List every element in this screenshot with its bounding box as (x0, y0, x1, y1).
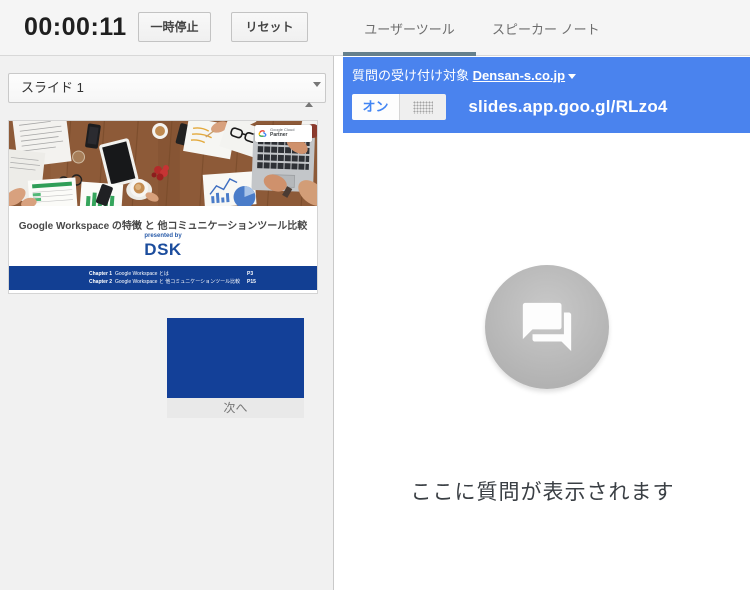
qa-empty-illustration (484, 265, 609, 389)
top-bar: 00:00:11 一時停止 リセット ユーザーツール スピーカー ノート (0, 0, 750, 57)
qa-short-url: slides.app.goo.gl/RLzo4 (468, 97, 668, 116)
slide-control-panel: スライド 1 Google Cloud Partner Google Works… (0, 56, 334, 590)
chapter-title: Google Workspace と 他コミュニケーションツール比較 (115, 279, 241, 285)
partner-badge: Google Cloud Partner (255, 125, 312, 142)
chevron-down-icon[interactable] (568, 74, 577, 80)
chapter-label: Chapter 2 (89, 279, 113, 285)
google-cloud-logo-icon (258, 130, 267, 137)
qa-empty-message: ここに質問が表示されます (410, 481, 675, 504)
chapter-bar: Chapter 1 Google Workspace とは P3 Chapter… (9, 266, 317, 290)
presented-by-text: presented by (144, 233, 182, 239)
dsk-logo: DSK (144, 240, 182, 259)
qa-on-toggle[interactable]: オン (352, 94, 399, 120)
chapter-title: Google Workspace とは (115, 271, 169, 277)
tab-audience-tools-label: ユーザーツール (364, 21, 455, 37)
next-slide-button[interactable]: 次へ (167, 318, 304, 418)
current-slide-thumbnail: Google Cloud Partner Google Workspace の特… (8, 120, 318, 294)
presenter-view: 00:00:11 一時停止 リセット ユーザーツール スピーカー ノート スライ… (0, 0, 750, 590)
qa-toggle-control: オン (352, 94, 446, 120)
timer-display: 00:00:11 (24, 13, 127, 41)
qa-audience-row: 質問の受け付け対象 Densan-s.co.jp (352, 65, 577, 84)
selector-arrows-icon (305, 81, 321, 109)
chapter-label: Chapter 1 (89, 271, 113, 277)
qa-grid-toggle[interactable] (399, 94, 446, 120)
slide-title: Google Workspace の特徴 と 他コミュニケーションツール比較 (18, 221, 308, 232)
next-slide-label: 次へ (167, 398, 304, 418)
qa-header: 質問の受け付け対象 Densan-s.co.jp オン slides.app.g… (343, 57, 750, 133)
reset-button[interactable]: リセット (231, 12, 308, 42)
tab-speaker-notes-label: スピーカー ノート (492, 21, 600, 37)
chapter-page: P15 (247, 279, 256, 285)
tab-speaker-notes[interactable]: スピーカー ノート (476, 0, 616, 56)
next-slide-thumbnail (167, 318, 304, 398)
slide-selector-value: スライド 1 (21, 80, 84, 95)
chapter-page: P3 (247, 271, 254, 277)
chapter-row: Chapter 2 Google Workspace と 他コミュニケーションツ… (9, 278, 317, 286)
dot-grid-icon (413, 100, 433, 114)
forum-chat-icon (522, 302, 571, 352)
audience-tools-panel: 質問の受け付け対象 Densan-s.co.jp オン slides.app.g… (335, 56, 750, 590)
panel-tabs: ユーザーツール スピーカー ノート (343, 0, 616, 57)
slide-selector[interactable]: スライド 1 (8, 73, 326, 107)
pause-button[interactable]: 一時停止 (138, 12, 211, 42)
qa-audience-label: 質問の受け付け対象 (352, 68, 470, 83)
badge-line2: Partner (270, 132, 288, 138)
chapter-row: Chapter 1 Google Workspace とは P3 (9, 270, 317, 278)
tab-audience-tools[interactable]: ユーザーツール (343, 0, 476, 57)
qa-audience-dropdown[interactable]: Densan-s.co.jp (473, 68, 565, 83)
